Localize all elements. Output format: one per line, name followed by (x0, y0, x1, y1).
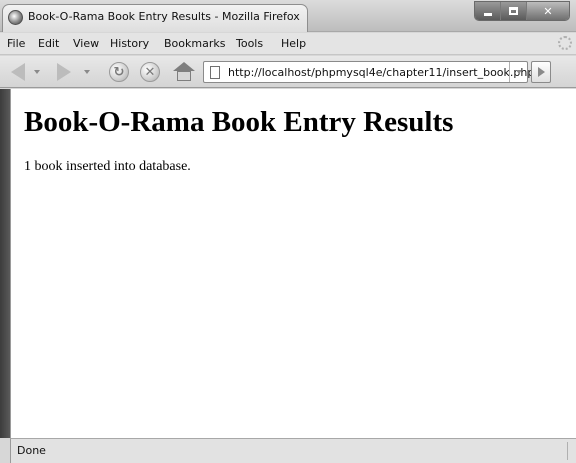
menu-help[interactable]: Help (281, 37, 306, 50)
throbber-icon (558, 36, 572, 50)
chevron-down-icon (34, 70, 40, 74)
window-title: Book-O-Rama Book Entry Results - Mozilla… (28, 10, 300, 23)
page-content: Book-O-Rama Book Entry Results 1 book in… (10, 89, 576, 438)
home-button[interactable] (172, 60, 196, 84)
caption-buttons: ✕ (474, 1, 570, 21)
menu-bar: File Edit View History Bookmarks Tools H… (0, 33, 576, 55)
page-icon (210, 66, 220, 79)
go-button[interactable] (531, 61, 551, 83)
firefox-icon (8, 10, 23, 25)
title-bar: Book-O-Rama Book Entry Results - Mozilla… (0, 0, 576, 32)
chevron-down-icon (515, 70, 522, 74)
window-left-edge (0, 89, 10, 438)
page-heading: Book-O-Rama Book Entry Results (24, 106, 454, 138)
back-history-dropdown[interactable] (32, 60, 42, 84)
browser-window: Book-O-Rama Book Entry Results - Mozilla… (0, 0, 576, 463)
menu-bookmarks[interactable]: Bookmarks (164, 37, 225, 50)
close-button[interactable]: ✕ (527, 2, 569, 20)
chevron-down-icon (84, 70, 90, 74)
menu-edit[interactable]: Edit (38, 37, 59, 50)
minimize-icon (483, 12, 492, 16)
go-arrow-icon (537, 67, 545, 77)
minimize-button[interactable] (475, 2, 501, 20)
reload-button[interactable]: ↻ (107, 60, 131, 84)
menu-tools[interactable]: Tools (236, 37, 263, 50)
address-bar[interactable]: http://localhost/phpmysql4e/chapter11/in… (203, 61, 534, 83)
forward-history-dropdown[interactable] (82, 60, 92, 84)
back-button[interactable] (6, 60, 30, 84)
navigation-toolbar: ↻ ✕ http://localhost/phpmysql4e/chapter1… (0, 56, 576, 88)
status-text: Done (17, 444, 46, 457)
maximize-button[interactable] (501, 2, 527, 20)
maximize-icon (509, 7, 518, 15)
status-divider (567, 442, 568, 460)
stop-button[interactable]: ✕ (138, 60, 162, 84)
close-icon: ✕ (543, 4, 553, 18)
back-arrow-icon (11, 63, 25, 81)
url-text[interactable]: http://localhost/phpmysql4e/chapter11/in… (228, 66, 534, 79)
menu-file[interactable]: File (7, 37, 25, 50)
result-message: 1 book inserted into database. (24, 159, 191, 174)
window-title-tab: Book-O-Rama Book Entry Results - Mozilla… (2, 4, 308, 32)
forward-arrow-icon (57, 63, 71, 81)
forward-button[interactable] (52, 60, 76, 84)
status-bar: Done (10, 438, 576, 463)
menu-history[interactable]: History (110, 37, 149, 50)
menu-view[interactable]: View (73, 37, 99, 50)
url-history-dropdown[interactable] (509, 62, 527, 82)
home-icon (173, 62, 195, 82)
reload-icon: ↻ (109, 62, 129, 82)
stop-icon: ✕ (140, 62, 160, 82)
